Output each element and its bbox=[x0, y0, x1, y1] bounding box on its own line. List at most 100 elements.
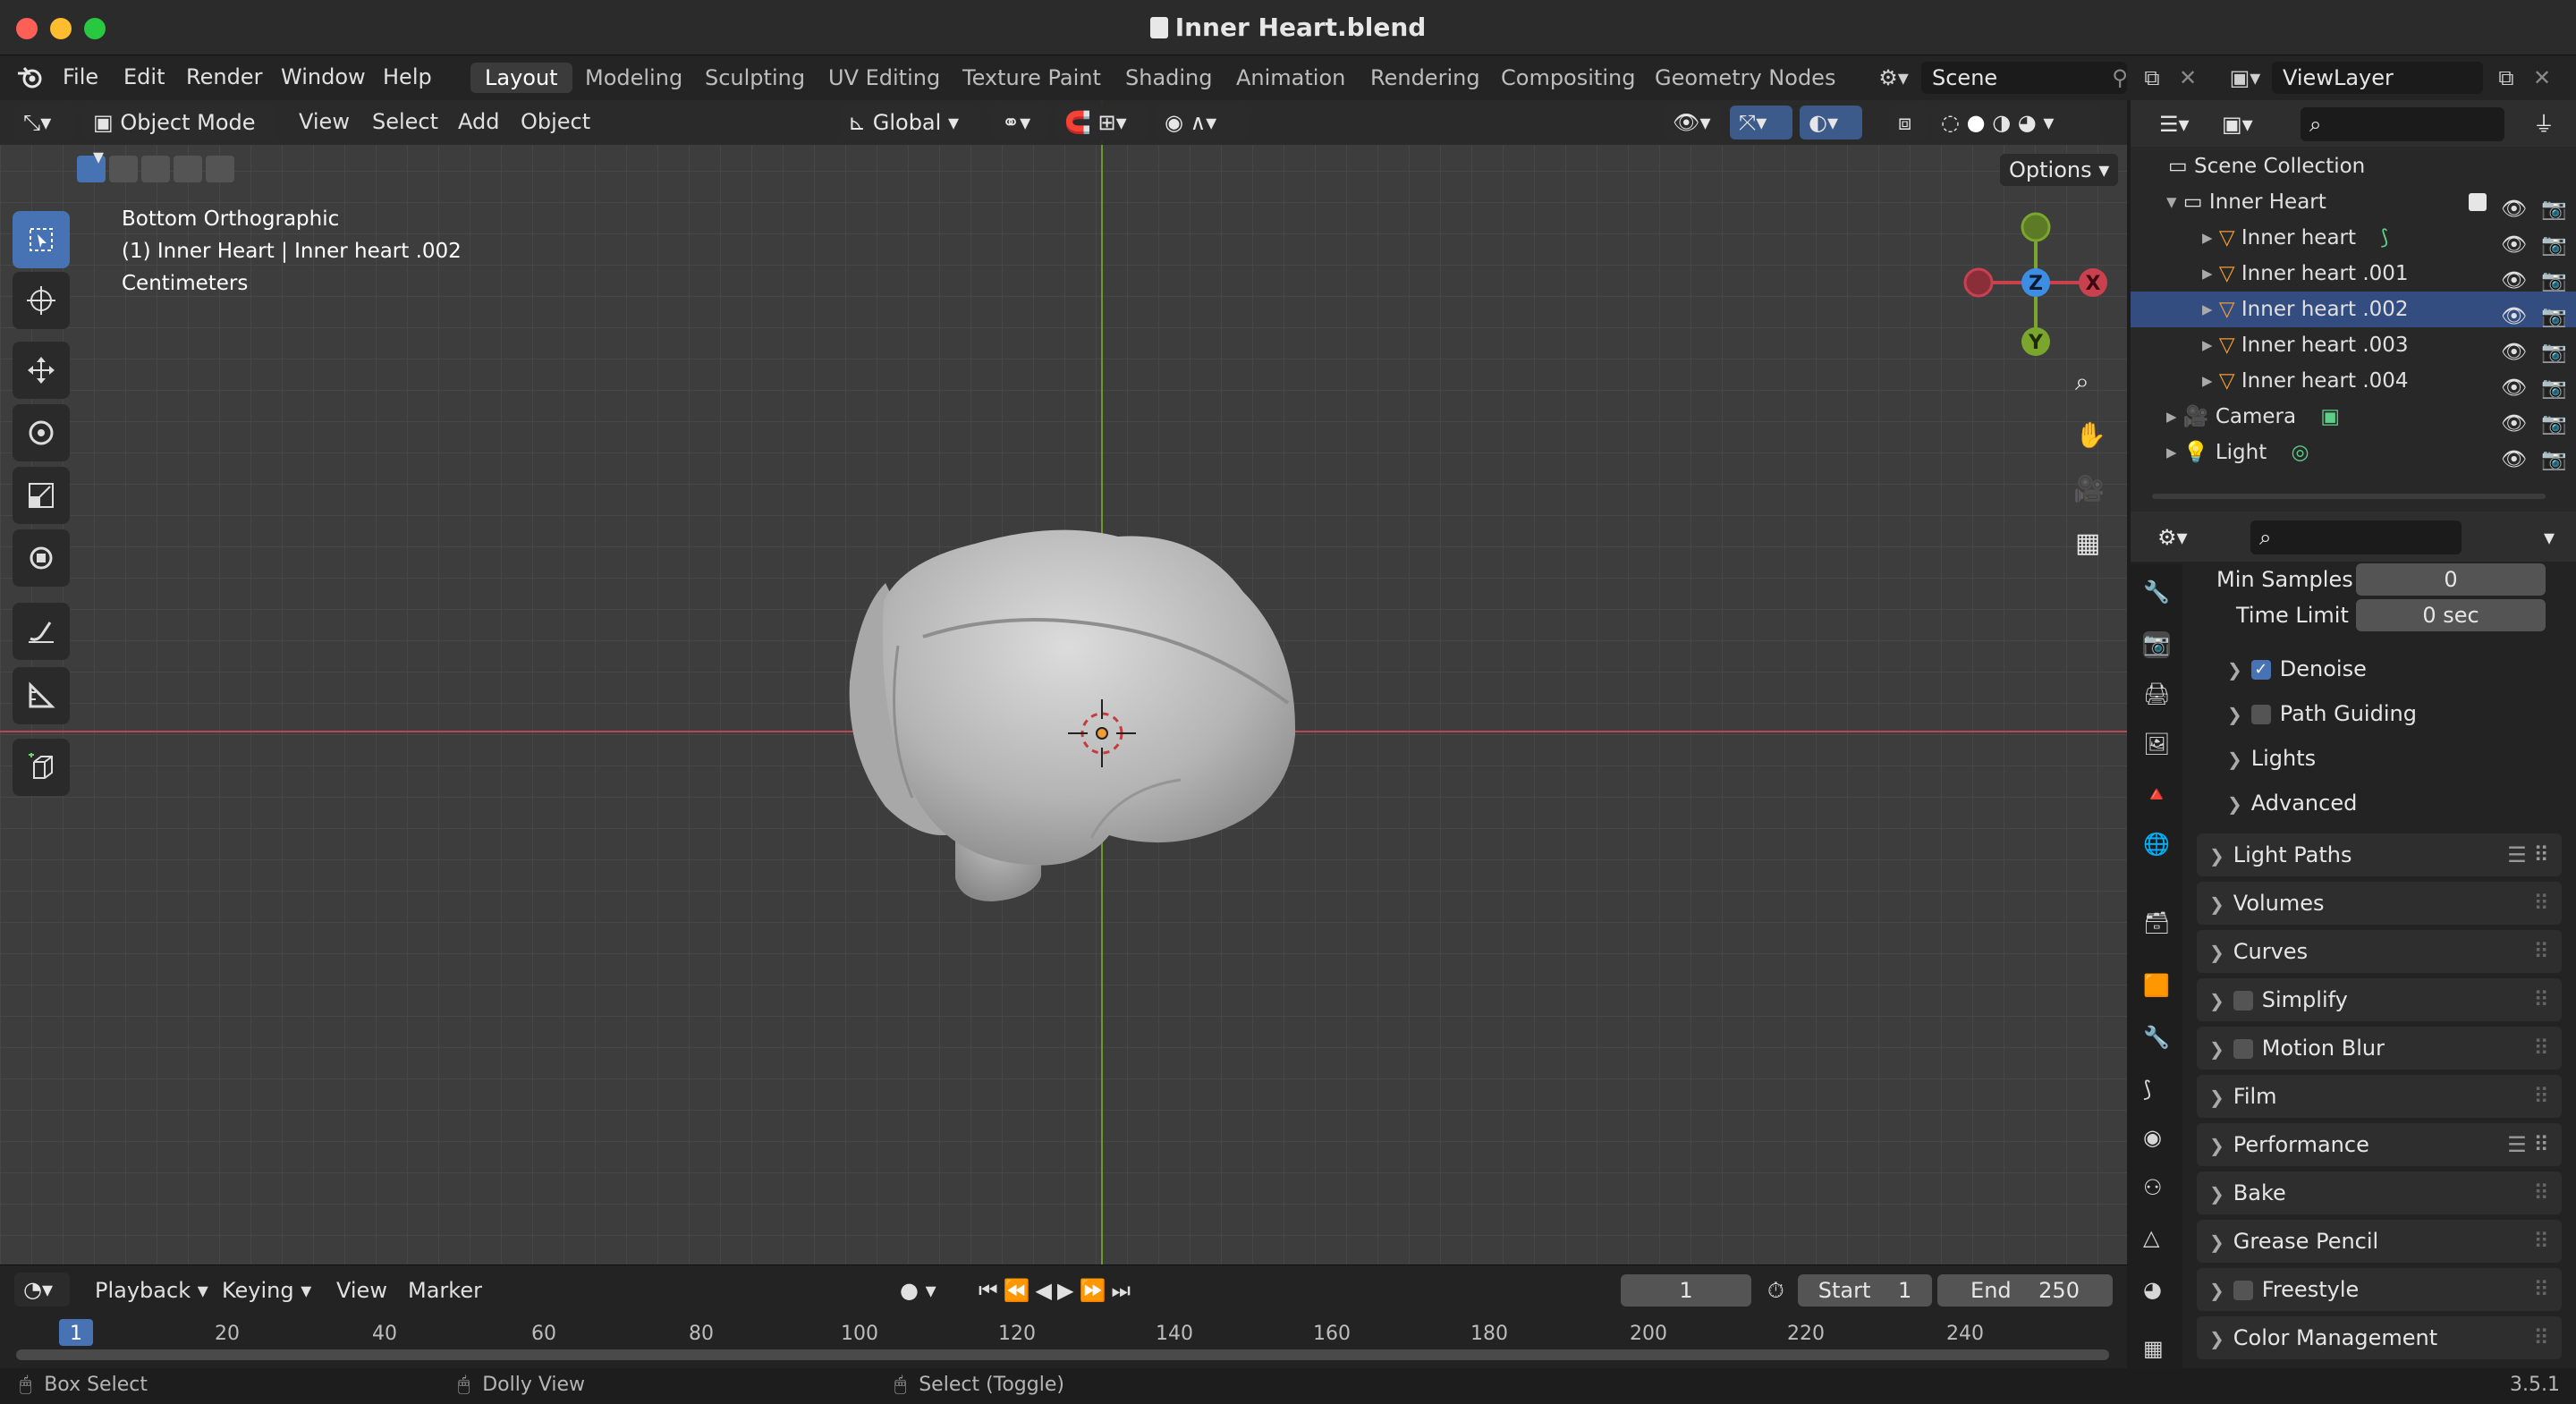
next-keyframe-icon[interactable]: ⏩ bbox=[1079, 1278, 1111, 1303]
outliner-scrollbar[interactable] bbox=[2152, 494, 2546, 499]
use-preview-range-icon[interactable]: ⏱ bbox=[1767, 1278, 1784, 1303]
3d-viewport[interactable]: X Y Z ⌕ ✋ 🎥 ▦ Bottom Orthographic (1) In… bbox=[0, 100, 2127, 1264]
physics-tab-icon[interactable]: ◉ bbox=[2143, 1125, 2170, 1152]
select-invert-icon[interactable] bbox=[174, 156, 202, 182]
particles-tab-icon[interactable]: ⟆ bbox=[2143, 1077, 2170, 1104]
tab-rendering[interactable]: Rendering bbox=[1356, 63, 1495, 93]
render-tab-icon[interactable]: 📷 bbox=[2143, 631, 2170, 658]
tab-shading[interactable]: Shading bbox=[1111, 63, 1227, 93]
tab-uv-editing[interactable]: UV Editing bbox=[814, 63, 954, 93]
presets-list-icon[interactable]: ☰ ⠿ bbox=[2507, 1123, 2549, 1166]
panel-color-management[interactable]: ❯ Color Management ⠿ bbox=[2197, 1316, 2562, 1359]
outliner-item-light[interactable]: ▸ 💡 Light ◎ 👁 📷 bbox=[2131, 435, 2576, 471]
tab-modeling[interactable]: Modeling bbox=[571, 63, 697, 93]
drag-handle-icon[interactable]: ⠿ bbox=[2533, 1075, 2549, 1118]
expand-arrow-icon[interactable]: ▸ bbox=[2202, 262, 2213, 285]
outliner-editor-type[interactable]: ☰▾ bbox=[2150, 107, 2204, 141]
playback-controls[interactable]: ⏮⏪◀▶⏩⏭ bbox=[979, 1278, 1136, 1303]
panel-bake[interactable]: ❯ Bake ⠿ bbox=[2197, 1171, 2562, 1214]
transform-orientation-dropdown[interactable]: ⊾ Global ▾ bbox=[839, 106, 980, 140]
timeline-view-menu[interactable]: View bbox=[336, 1278, 387, 1303]
expand-arrow-icon[interactable]: ▸ bbox=[2166, 405, 2177, 428]
menu-file[interactable]: File bbox=[63, 64, 98, 89]
panel-grease-pencil[interactable]: ❯ Grease Pencil ⠿ bbox=[2197, 1220, 2562, 1263]
tab-texture-paint[interactable]: Texture Paint bbox=[948, 63, 1115, 93]
world-tab-icon[interactable]: 🌐 bbox=[2143, 832, 2170, 858]
expand-arrow-icon[interactable]: ▸ bbox=[2166, 441, 2177, 464]
data-tab-icon[interactable]: △ bbox=[2143, 1225, 2170, 1252]
transform-tool[interactable] bbox=[13, 529, 70, 587]
outliner-search-input[interactable]: ⌕ bbox=[2301, 107, 2504, 141]
snap-toggle[interactable]: 🧲 ⊞▾ bbox=[1055, 106, 1148, 140]
scale-tool[interactable] bbox=[13, 467, 70, 524]
menu-view[interactable]: View bbox=[299, 109, 350, 134]
panel-curves[interactable]: ❯ Curves ⠿ bbox=[2197, 930, 2562, 973]
subpanel-denoise[interactable]: ❯ ✓ Denoise bbox=[2227, 656, 2367, 681]
menu-add[interactable]: Add bbox=[458, 109, 499, 134]
tab-animation[interactable]: Animation bbox=[1222, 63, 1360, 93]
properties-search-input[interactable]: ⌕ bbox=[2250, 520, 2462, 554]
view-layer-selector-icon[interactable]: ▣▾ bbox=[2220, 62, 2270, 94]
outliner-item-camera[interactable]: ▸ 🎥 Camera ▣ 👁 📷 bbox=[2131, 399, 2576, 436]
prev-keyframe-icon[interactable]: ⏪ bbox=[1004, 1278, 1036, 1303]
rotate-tool[interactable] bbox=[13, 404, 70, 461]
visibility-dropdown[interactable]: 👁▾ bbox=[1664, 106, 1723, 140]
drag-handle-icon[interactable]: ⠿ bbox=[2533, 1268, 2549, 1311]
scene-name-field[interactable]: Scene bbox=[1921, 62, 2127, 94]
menu-window[interactable]: Window bbox=[281, 64, 366, 89]
menu-object[interactable]: Object bbox=[521, 109, 590, 134]
drag-handle-icon[interactable]: ⠿ bbox=[2533, 1220, 2549, 1263]
select-subtract-icon[interactable] bbox=[141, 156, 170, 182]
material-tab-icon[interactable]: ◕ bbox=[2143, 1277, 2170, 1304]
tab-sculpting[interactable]: Sculpting bbox=[691, 63, 819, 93]
object-tab-icon[interactable]: 🟧 bbox=[2143, 973, 2170, 1000]
new-view-layer-icon[interactable]: ⧉ bbox=[2492, 62, 2521, 94]
drag-handle-icon[interactable]: ⠿ bbox=[2533, 882, 2549, 925]
measure-tool[interactable] bbox=[13, 667, 70, 724]
outliner-collection-inner-heart[interactable]: ▾ ▭ Inner Heart 👁 📷 bbox=[2131, 184, 2576, 221]
expand-arrow-icon[interactable]: ▸ bbox=[2202, 298, 2213, 321]
drag-handle-icon[interactable]: ⠿ bbox=[2533, 1316, 2549, 1359]
cursor-tool[interactable] bbox=[13, 272, 70, 329]
include-checkbox[interactable] bbox=[2469, 193, 2487, 211]
drag-handle-icon[interactable]: ⠿ bbox=[2533, 930, 2549, 973]
drag-handle-icon[interactable]: ⠿ bbox=[2533, 1027, 2549, 1070]
toggle-ortho-button[interactable]: ▦ bbox=[2063, 520, 2113, 571]
start-frame-field[interactable]: Start 1 bbox=[1798, 1274, 1932, 1307]
outliner-item[interactable]: ▸ ▽ Inner heart ⟆ 👁 📷 bbox=[2131, 220, 2576, 257]
keying-menu[interactable]: Keying ▾ bbox=[222, 1278, 311, 1303]
jump-start-icon[interactable]: ⏮ bbox=[979, 1278, 1004, 1303]
gizmo-toggle[interactable]: ⤧▾ bbox=[1730, 106, 1792, 140]
render-camera-icon[interactable]: 📷 bbox=[2541, 442, 2567, 478]
texture-tab-icon[interactable]: ▦ bbox=[2143, 1336, 2170, 1363]
min-samples-field[interactable]: 0 bbox=[2356, 563, 2546, 596]
modifier-tab-icon[interactable]: 🔧 bbox=[2143, 1025, 2170, 1052]
timeline-editor-type[interactable]: ◔▾ bbox=[14, 1273, 70, 1307]
properties-options-icon[interactable]: ▾ bbox=[2535, 520, 2567, 554]
panel-simplify[interactable]: ❯ Simplify ⠿ bbox=[2197, 978, 2562, 1021]
collection-tab-icon[interactable]: 🗃 bbox=[2143, 910, 2170, 937]
pivot-point-dropdown[interactable]: ⚭▾ bbox=[993, 106, 1046, 140]
subpanel-lights[interactable]: ❯ Lights bbox=[2227, 746, 2316, 771]
select-box-tool[interactable] bbox=[13, 211, 70, 268]
playback-menu[interactable]: Playback ▾ bbox=[95, 1278, 208, 1303]
eye-icon[interactable]: 👁 bbox=[2501, 442, 2527, 478]
add-cube-tool[interactable] bbox=[13, 739, 70, 796]
annotate-tool[interactable] bbox=[13, 603, 70, 660]
material-shading-icon[interactable]: ◑ bbox=[1992, 110, 2011, 135]
zoom-view-button[interactable]: ⌕ bbox=[2063, 358, 2113, 408]
subpanel-path-guiding[interactable]: ❯ Path Guiding bbox=[2227, 701, 2417, 726]
panel-motion-blur[interactable]: ❯ Motion Blur ⠿ bbox=[2197, 1027, 2562, 1070]
auto-keying-toggle[interactable]: ● ▾ bbox=[900, 1278, 936, 1303]
tab-compositing[interactable]: Compositing bbox=[1487, 63, 1649, 93]
expand-arrow-icon[interactable]: ▸ bbox=[2202, 369, 2213, 393]
object-mode-dropdown[interactable]: ▣ Object Mode ▾ bbox=[84, 106, 277, 169]
expand-arrow-icon[interactable]: ▾ bbox=[2166, 190, 2177, 214]
scene-tab-icon[interactable]: 🔺 bbox=[2143, 782, 2170, 808]
play-reverse-icon[interactable]: ◀ bbox=[1036, 1278, 1057, 1303]
proportional-editing-toggle[interactable]: ◉ ∧▾ bbox=[1156, 106, 1247, 140]
motion-blur-checkbox[interactable] bbox=[2233, 1039, 2253, 1059]
time-limit-field[interactable]: 0 sec bbox=[2356, 599, 2546, 631]
panel-volumes[interactable]: ❯ Volumes ⠿ bbox=[2197, 882, 2562, 925]
tool-tab-icon[interactable]: 🔧 bbox=[2143, 579, 2170, 606]
